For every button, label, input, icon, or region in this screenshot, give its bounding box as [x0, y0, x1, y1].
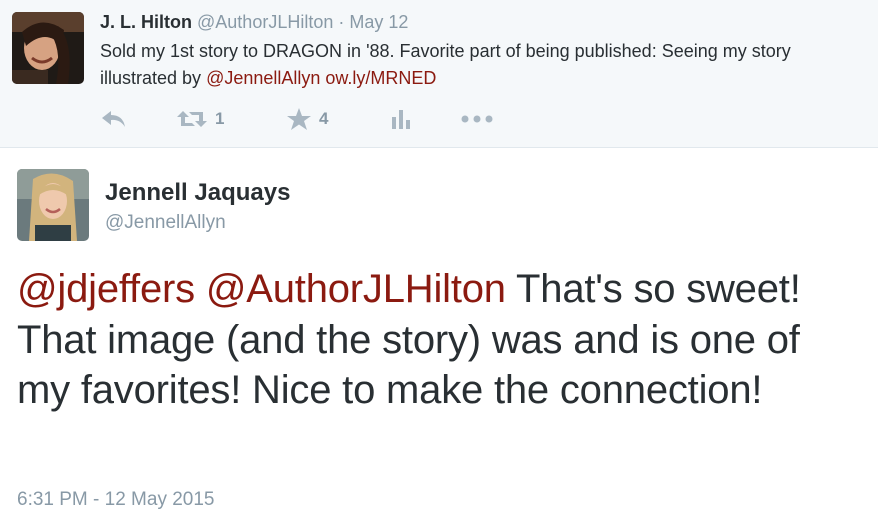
main-author-name[interactable]: Jennell Jaquays [105, 179, 290, 207]
analytics-button[interactable] [391, 105, 411, 133]
parent-author-avatar[interactable] [12, 12, 84, 84]
favorite-count: 4 [319, 109, 329, 128]
main-mention-link-1[interactable]: @jdjeffers [17, 267, 195, 311]
parent-url-link[interactable]: ow.ly/MRNED [325, 68, 436, 88]
main-tweet: Jennell Jaquays @JennellAllyn @jdjeffers… [0, 149, 878, 524]
retweet-icon [177, 109, 207, 129]
parent-tweet-date[interactable]: May 12 [349, 12, 408, 32]
parent-author-name[interactable]: J. L. Hilton [100, 12, 192, 32]
main-tweet-text: @jdjeffers @AuthorJLHilton That's so swe… [17, 264, 862, 416]
parent-tweet-text: Sold my 1st story to DRAGON in '88. Favo… [100, 38, 870, 92]
header-separator: · [338, 12, 345, 32]
tweet-actions: 1 4 [100, 105, 600, 133]
reply-button[interactable] [101, 105, 127, 133]
tweet-timestamp[interactable]: 6:31 PM - 12 May 2015 [17, 489, 215, 511]
more-dots-icon [461, 114, 493, 124]
parent-author-handle[interactable]: @AuthorJLHilton [197, 12, 333, 32]
parent-tweet: J. L. Hilton @AuthorJLHilton · May 12 So… [0, 0, 878, 148]
retweet-button[interactable]: 1 [177, 105, 224, 133]
reply-icon [101, 110, 127, 128]
parent-tweet-body: Sold my 1st story to DRAGON in '88. Favo… [100, 41, 791, 88]
main-mention-link-2[interactable]: @AuthorJLHilton [206, 267, 506, 311]
main-author-avatar[interactable] [17, 169, 89, 241]
main-author-handle[interactable]: @JennellAllyn [105, 212, 226, 234]
bar-chart-icon [391, 109, 411, 129]
parent-tweet-header: J. L. Hilton @AuthorJLHilton · May 12 [100, 11, 408, 33]
parent-mention-link[interactable]: @JennellAllyn [206, 68, 320, 88]
more-button[interactable] [461, 105, 493, 133]
retweet-count: 1 [215, 109, 225, 128]
favorite-button[interactable]: 4 [287, 105, 328, 133]
star-icon [287, 108, 311, 130]
